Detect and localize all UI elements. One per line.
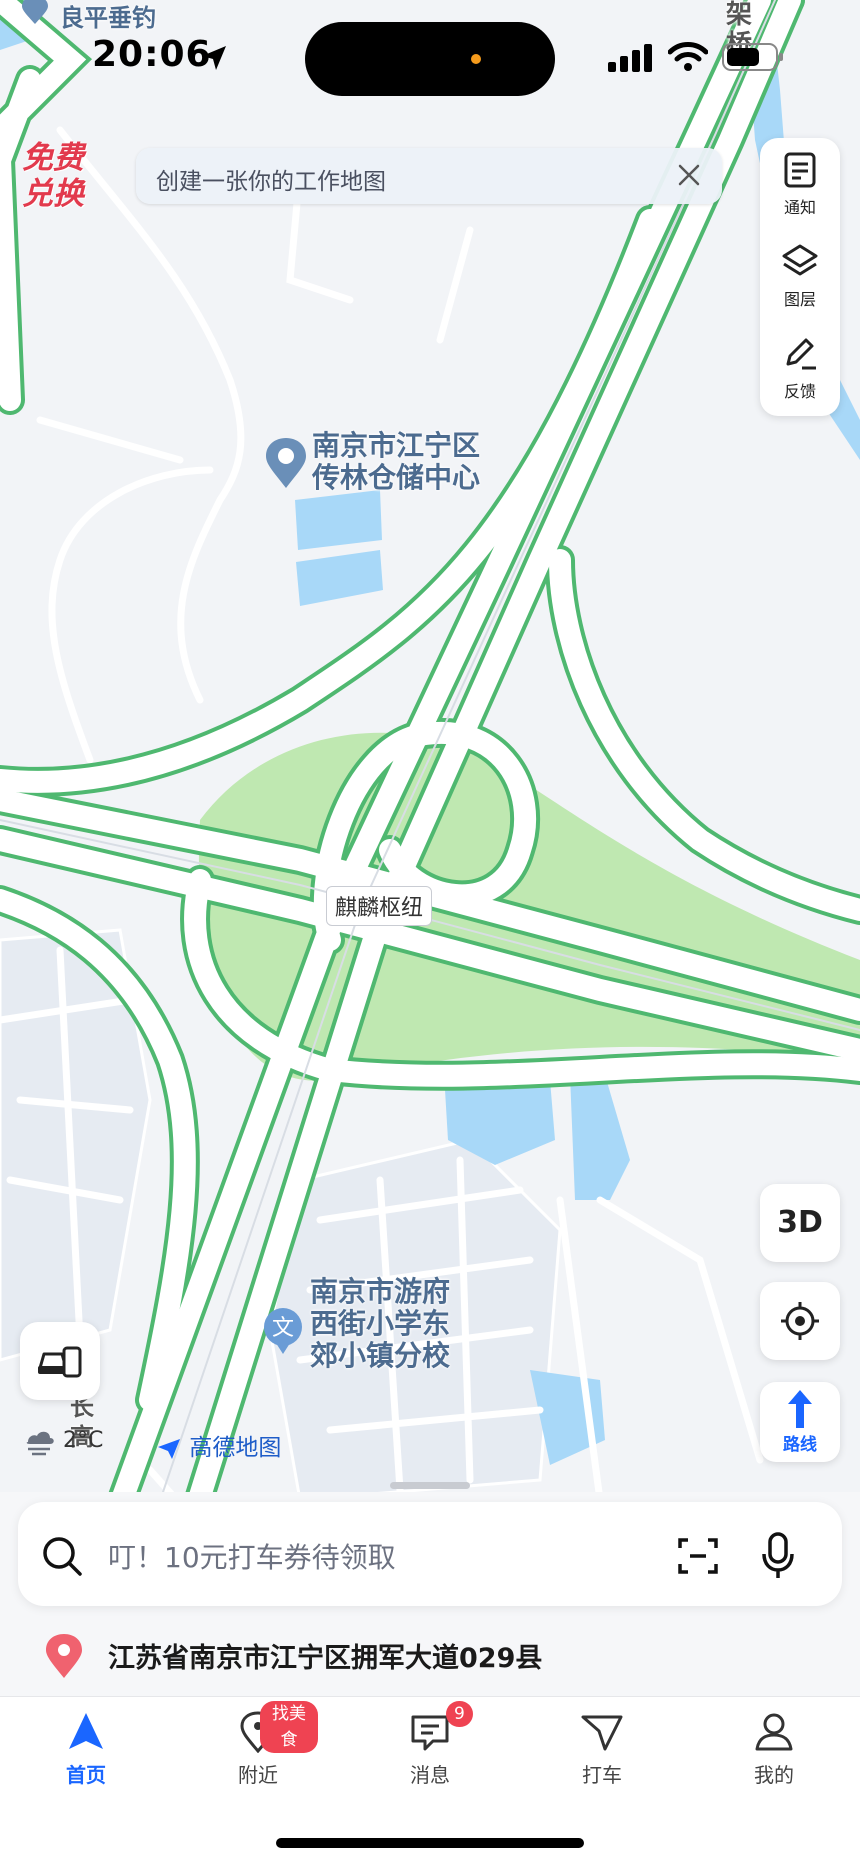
promo-line1: 免费	[22, 140, 84, 176]
location-pin-icon	[46, 1634, 82, 1678]
work-map-tip[interactable]: 创建一张你的工作地图	[136, 148, 722, 204]
close-icon[interactable]	[674, 160, 704, 190]
svg-text:文: 文	[272, 1316, 294, 1341]
cloudy-weather-icon	[26, 1431, 54, 1456]
current-location-row[interactable]: 江苏省南京市江宁区拥军大道029县	[0, 1614, 860, 1694]
work-map-tip-text: 创建一张你的工作地图	[156, 169, 386, 195]
amap-logo-icon	[158, 1438, 180, 1459]
tab-nearby-label: 附近	[238, 1763, 278, 1787]
map-canvas[interactable]: 良平垂钓 南京市江宁区 传林仓储中心 麒麟枢纽 文 南京市游府 西街小学东 郊小…	[0, 0, 860, 1560]
feedback-label: 反馈	[783, 382, 816, 401]
amap-logo: 高德地图	[156, 1428, 281, 1462]
status-bar: 20:06	[0, 0, 860, 110]
car-phone-icon	[38, 1346, 82, 1378]
school-label-line1: 南京市游府	[310, 1275, 451, 1308]
search-placeholder: 叮！10元打车券待领取	[108, 1541, 396, 1574]
home-arrow-icon	[69, 1713, 103, 1749]
scan-icon[interactable]	[676, 1534, 720, 1578]
tab-messages-label: 消息	[410, 1763, 450, 1787]
status-time: 20:06	[92, 34, 212, 75]
user-icon	[755, 1713, 793, 1751]
crosshair-icon	[781, 1302, 819, 1340]
route-arrow-icon	[788, 1390, 812, 1428]
school-label[interactable]: 南京市游府 西街小学东 郊小镇分校	[310, 1276, 450, 1372]
route-button[interactable]: 路线	[760, 1382, 840, 1462]
feedback-button[interactable]: 反馈	[760, 322, 840, 410]
tab-profile[interactable]: 我的	[714, 1711, 834, 1801]
tab-nearby[interactable]: 附近 找美食	[198, 1701, 318, 1801]
search-icon	[43, 1537, 82, 1576]
microphone-icon[interactable]	[760, 1532, 796, 1580]
current-address: 江苏省南京市江宁区拥军大道029县	[108, 1643, 543, 1674]
layers-icon	[782, 244, 818, 276]
promo-exchange-badge[interactable]: 免费 兑换	[22, 140, 102, 212]
promo-line2: 兑换	[22, 176, 84, 212]
3d-view-button[interactable]: 3D	[760, 1184, 840, 1262]
interchange-label[interactable]: 麒麟枢纽	[326, 886, 433, 926]
notification-doc-icon	[784, 152, 816, 188]
warehouse-label-line1: 南京市江宁区	[312, 429, 481, 462]
weather-widget[interactable]: 2°C	[22, 1426, 103, 1456]
school-label-line3: 郊小镇分校	[310, 1339, 451, 1372]
locate-me-button[interactable]	[760, 1282, 840, 1360]
home-indicator	[276, 1838, 584, 1848]
message-icon	[411, 1715, 449, 1751]
message-count-badge: 9	[446, 1701, 473, 1727]
tab-messages[interactable]: 消息 9	[370, 1701, 490, 1801]
brand-name: 高德地图	[189, 1435, 282, 1461]
location-arrow-icon	[202, 46, 226, 70]
taxi-icon	[581, 1715, 623, 1751]
weather-temp: 2°C	[63, 1428, 104, 1453]
school-label-line2: 西街小学东	[310, 1307, 451, 1340]
tab-taxi[interactable]: 打车	[542, 1711, 662, 1801]
tab-home-label: 首页	[66, 1763, 106, 1787]
edit-pen-icon	[786, 338, 816, 370]
tab-home[interactable]: 首页	[26, 1711, 146, 1801]
nearby-food-badge: 找美食	[260, 1701, 318, 1753]
sheet-drag-handle[interactable]	[390, 1482, 470, 1489]
map-tools-panel: 通知 图层 反馈	[760, 138, 840, 416]
wifi-icon	[668, 42, 708, 71]
route-label: 路线	[783, 1435, 817, 1455]
notify-label: 通知	[783, 198, 816, 217]
tab-profile-label: 我的	[754, 1763, 794, 1787]
notify-button[interactable]: 通知	[760, 138, 840, 226]
signal-icon	[608, 44, 652, 72]
battery-icon	[722, 43, 783, 71]
dynamic-island	[305, 22, 555, 96]
car-mode-button[interactable]	[20, 1322, 100, 1400]
layers-label: 图层	[783, 290, 816, 309]
warehouse-label[interactable]: 南京市江宁区 传林仓储中心	[312, 430, 480, 494]
tab-taxi-label: 打车	[582, 1763, 622, 1787]
warehouse-label-line2: 传林仓储中心	[312, 461, 481, 494]
search-bar[interactable]: 叮！10元打车券待领取	[18, 1502, 842, 1606]
layers-button[interactable]: 图层	[760, 230, 840, 318]
